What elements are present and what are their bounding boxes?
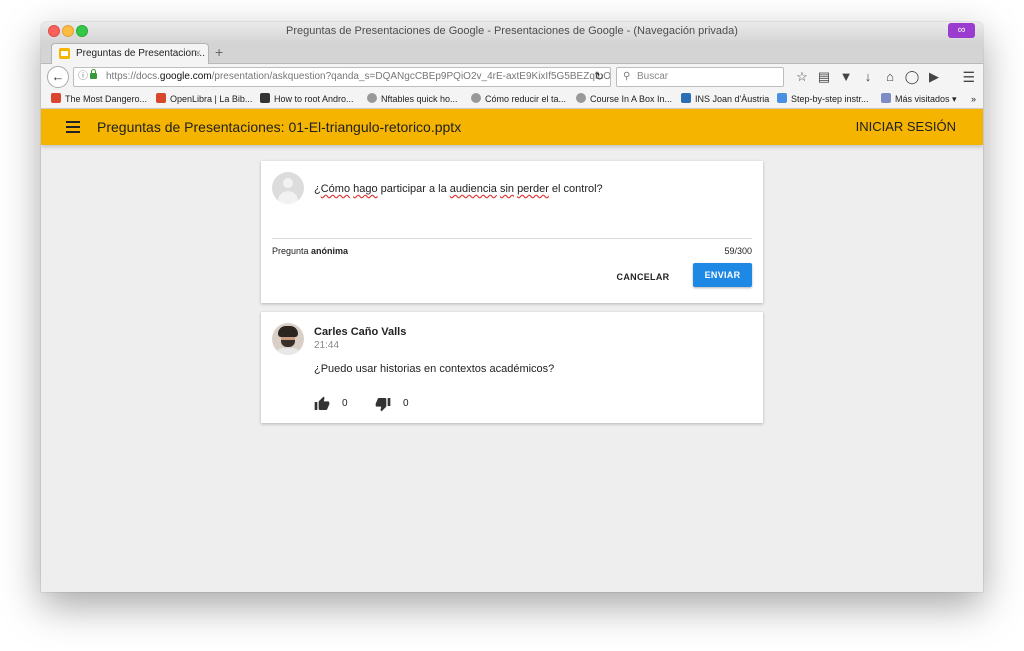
anonymous-label: Pregunta anónima [272,246,349,256]
bookmarks-bar: The Most Dangero... OpenLibra | La Bib..… [41,90,983,109]
menu-icon[interactable]: ☰ [962,68,975,86]
info-icon[interactable]: ⓘ [78,68,88,86]
question-input[interactable]: ¿Cómo hago participar a la audiencia sin… [314,183,603,195]
bookmark-label: INS Joan d'Àustria [695,94,770,104]
home-icon[interactable]: ⌂ [879,68,901,86]
title-bar: Preguntas de Presentaciones de Google - … [41,22,983,41]
thumbs-down-icon [375,398,391,412]
reload-icon[interactable]: ↻ [595,68,604,86]
close-window-icon[interactable] [48,25,60,37]
bookmark-label: Cómo reducir el ta... [485,94,567,104]
post-time: 21:44 [314,340,340,351]
bookmark-item[interactable]: Course In A Box In... [576,90,672,108]
private-browsing-icon: ∞ [948,23,975,38]
sign-in-button[interactable]: INICIAR SESIÓN [856,109,956,145]
globe-icon [367,93,377,103]
character-count: 59/300 [724,246,752,256]
browser-window: Preguntas de Presentaciones de Google - … [41,22,983,592]
folder-icon [881,93,891,103]
chat-bubble-icon[interactable]: ◯ [901,68,923,86]
author-name: Carles Caño Valls [314,326,407,338]
globe-icon [576,93,586,103]
search-field[interactable]: ⚲ Buscar [616,67,784,87]
bookmark-label: The Most Dangero... [65,94,148,104]
bookmark-favicon-icon [260,93,270,103]
url-path: /presentation/askquestion?qanda_s=DQANgc… [211,71,611,82]
bookmark-favicon-icon [777,93,787,103]
tab-strip: Preguntas de Presentacion... × + [41,41,983,64]
youtube-icon[interactable]: ▶ [923,68,945,86]
bookmark-item[interactable]: INS Joan d'Àustria [681,90,769,108]
avatar [272,323,304,355]
new-tab-button[interactable]: + [215,44,223,60]
bookmark-favicon-icon [156,93,166,103]
bookmarks-overflow-button[interactable]: » [971,90,976,108]
question-card: Carles Caño Valls 21:44 ¿Puedo usar hist… [261,312,763,423]
bookmark-label: Más visitados [895,94,950,104]
bookmark-label: Step-by-step instr... [791,94,869,104]
bookmark-label: Course In A Box In... [590,94,673,104]
thumbs-up-icon [314,396,330,410]
bookmark-label: OpenLibra | La Bib... [170,94,253,104]
send-button[interactable]: ENVIAR [693,263,752,287]
url-domain: google.com [159,71,212,82]
toolbar-icons: ☆ ▤ ▼ ↓ ⌂ ◯ ▶ [791,68,945,86]
downloads-icon[interactable]: ↓ [857,68,879,86]
bookmark-item[interactable]: Step-by-step instr... [777,90,869,108]
url-bar[interactable]: ⓘ https://docs.google.com/presentation/a… [73,67,611,87]
bookmark-label: How to root Andro... [274,94,354,104]
search-icon: ⚲ [623,71,631,82]
slides-favicon-icon [59,48,70,59]
globe-icon [471,93,481,103]
tab-close-icon[interactable]: × [195,44,201,63]
url-prefix: https://docs. [106,71,160,82]
bookmark-label: Nftables quick ho... [381,94,458,104]
maximize-window-icon[interactable] [76,25,88,37]
app-header: Preguntas de Presentaciones: 01-El-trian… [41,109,983,145]
cancel-button[interactable]: CANCELAR [613,265,673,289]
bookmark-favicon-icon [51,93,61,103]
navigation-bar: ← ⓘ https://docs.google.com/presentation… [41,64,983,91]
back-button[interactable]: ← [47,66,69,88]
bookmark-item[interactable]: Cómo reducir el ta... [471,90,566,108]
bookmark-favicon-icon [681,93,691,103]
bookmark-item[interactable]: How to root Andro... [260,90,354,108]
bookmark-star-icon[interactable]: ☆ [791,68,813,86]
hamburger-menu-icon[interactable] [66,121,80,133]
lock-icon[interactable] [90,69,97,79]
search-placeholder: Buscar [637,71,669,82]
downvote-count: 0 [403,398,409,409]
minimize-window-icon[interactable] [62,25,74,37]
ask-question-card: ¿Cómo hago participar a la audiencia sin… [261,161,763,303]
page-title: Preguntas de Presentaciones: 01-El-trian… [97,119,462,135]
divider [272,238,752,239]
question-text: ¿Puedo usar historias en contextos acadé… [314,363,555,375]
tab-title: Preguntas de Presentacion... [76,48,205,59]
bookmark-item[interactable]: Nftables quick ho... [367,90,458,108]
pocket-icon[interactable]: ▼ [835,68,857,86]
window-title: Preguntas de Presentaciones de Google - … [286,25,738,37]
bookmark-item[interactable]: The Most Dangero... [51,90,147,108]
anonymous-avatar-icon [272,172,304,204]
upvote-count: 0 [342,398,348,409]
arrow-left-icon: ← [51,69,65,84]
tab-preguntas[interactable]: Preguntas de Presentacion... × [51,43,209,64]
url-text: https://docs.google.com/presentation/ask… [106,68,611,86]
reading-list-icon[interactable]: ▤ [813,68,835,86]
bookmark-item[interactable]: OpenLibra | La Bib... [156,90,252,108]
bookmark-folder[interactable]: Más visitados ▾ [881,90,957,108]
